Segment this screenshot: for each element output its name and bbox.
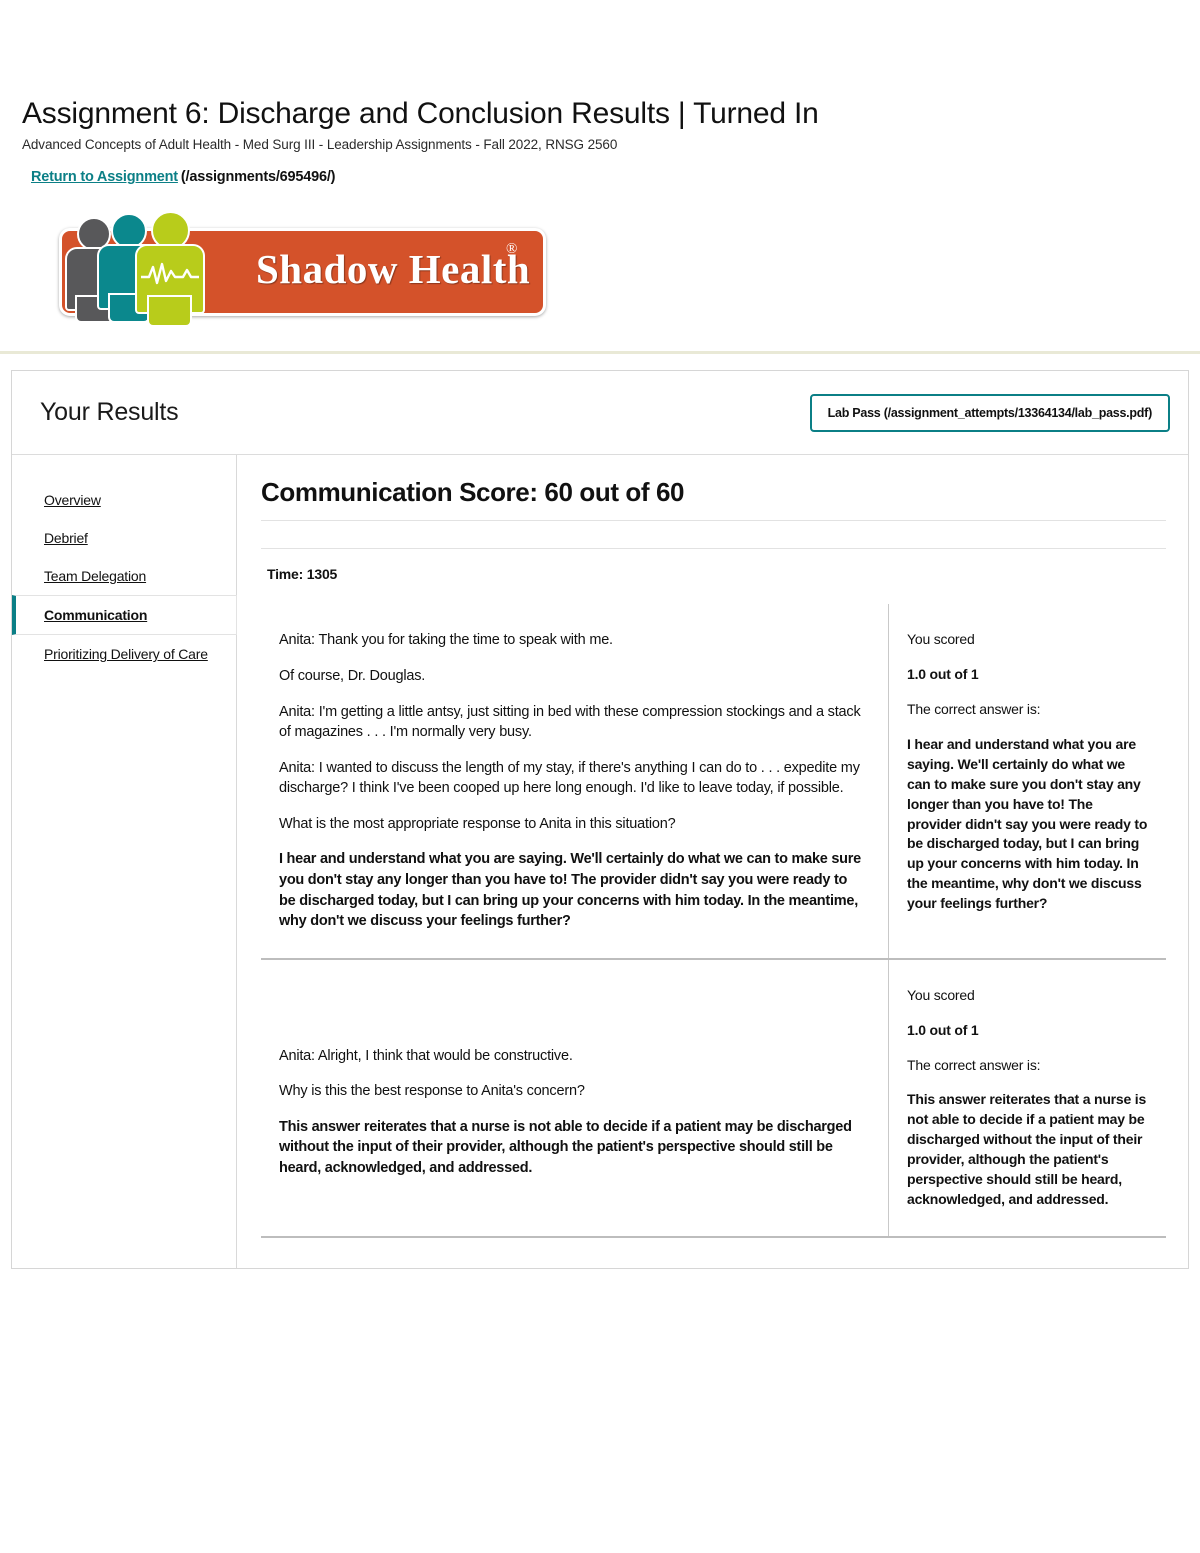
sidebar-item-overview[interactable]: Overview <box>12 481 236 519</box>
qa-score-column: You scored 1.0 out of 1 The correct answ… <box>889 604 1166 957</box>
score-value: 1.0 out of 1 <box>907 666 979 683</box>
transcript-question: What is the most appropriate response to… <box>279 815 676 832</box>
results-main-panel: Communication Score: 60 out of 60 Time: … <box>237 455 1188 1267</box>
transcript-selected-answer: I hear and understand what you are sayin… <box>279 851 861 930</box>
correct-answer-label: The correct answer is: <box>907 701 1041 718</box>
you-scored-label: You scored <box>907 986 975 1003</box>
transcript-line: Anita: Thank you for taking the time to … <box>279 632 613 649</box>
qa-block: Anita: Thank you for taking the time to … <box>261 604 1166 960</box>
registered-trademark-icon: ® <box>506 241 518 258</box>
you-scored-label: You scored <box>907 631 975 648</box>
transcript-line: Anita: I'm getting a little antsy, just … <box>279 703 861 741</box>
logo-figure-green-icon <box>135 211 209 329</box>
sidebar-item-debrief[interactable]: Debrief <box>12 519 236 557</box>
correct-answer-text: I hear and understand what you are sayin… <box>907 736 1148 912</box>
page-title: Assignment 6: Discharge and Conclusion R… <box>22 97 819 130</box>
ekg-waveform-icon <box>141 263 199 285</box>
logo-wordmark: Shadow Health <box>256 246 531 293</box>
transcript-question: Why is this the best response to Anita's… <box>279 1083 585 1100</box>
page-root: Assignment 6: Discharge and Conclusion R… <box>0 0 1200 1553</box>
your-results-title: Your Results <box>40 398 179 427</box>
page-header: Assignment 6: Discharge and Conclusion R… <box>0 0 1200 185</box>
heading-rule-gap <box>261 521 1166 548</box>
qa-score-column: You scored 1.0 out of 1 The correct answ… <box>889 960 1166 1236</box>
results-card-body: Overview Debrief Team Delegation Communi… <box>12 455 1188 1268</box>
results-card-header: Your Results Lab Pass (/assignment_attem… <box>12 371 1188 456</box>
return-to-assignment-url: (/assignments/695496/) <box>180 169 336 186</box>
correct-answer-text: This answer reiterates that a nurse is n… <box>907 1091 1147 1207</box>
results-card: Your Results Lab Pass (/assignment_attem… <box>11 370 1189 1269</box>
transcript-line: Anita: I wanted to discuss the length of… <box>279 759 860 797</box>
sidebar-item-communication[interactable]: Communication <box>12 595 237 636</box>
transcript-line: Of course, Dr. Douglas. <box>279 667 426 684</box>
qa-block: Anita: Alright, I think that would be co… <box>261 959 1166 1238</box>
heading-rule-bottom <box>261 548 1166 550</box>
lab-pass-button[interactable]: Lab Pass (/assignment_attempts/13364134/… <box>809 393 1170 432</box>
return-to-assignment-link[interactable]: Return to Assignment <box>31 169 178 185</box>
transcript-selected-answer: This answer reiterates that a nurse is n… <box>279 1118 852 1177</box>
time-label: Time: 1305 <box>267 566 338 583</box>
score-value: 1.0 out of 1 <box>907 1021 979 1038</box>
sidebar-item-team-delegation[interactable]: Team Delegation <box>12 557 236 595</box>
return-to-assignment: Return to Assignment (/assignments/695496… <box>31 169 1200 185</box>
transcript-line: Anita: Alright, I think that would be co… <box>279 1047 573 1064</box>
qa-transcript-column: Anita: Thank you for taking the time to … <box>261 604 889 958</box>
course-subtitle: Advanced Concepts of Adult Health - Med … <box>22 137 618 153</box>
sidebar-item-prioritizing-delivery-of-care[interactable]: Prioritizing Delivery of Care <box>12 635 236 673</box>
shadow-health-logo: Shadow Health ® <box>51 211 546 329</box>
communication-score-heading: Communication Score: 60 out of 60 <box>261 477 685 508</box>
results-sidebar: Overview Debrief Team Delegation Communi… <box>12 455 237 1268</box>
header-divider <box>0 351 1200 355</box>
qa-transcript-column: Anita: Alright, I think that would be co… <box>261 959 889 1236</box>
correct-answer-label: The correct answer is: <box>907 1056 1041 1073</box>
